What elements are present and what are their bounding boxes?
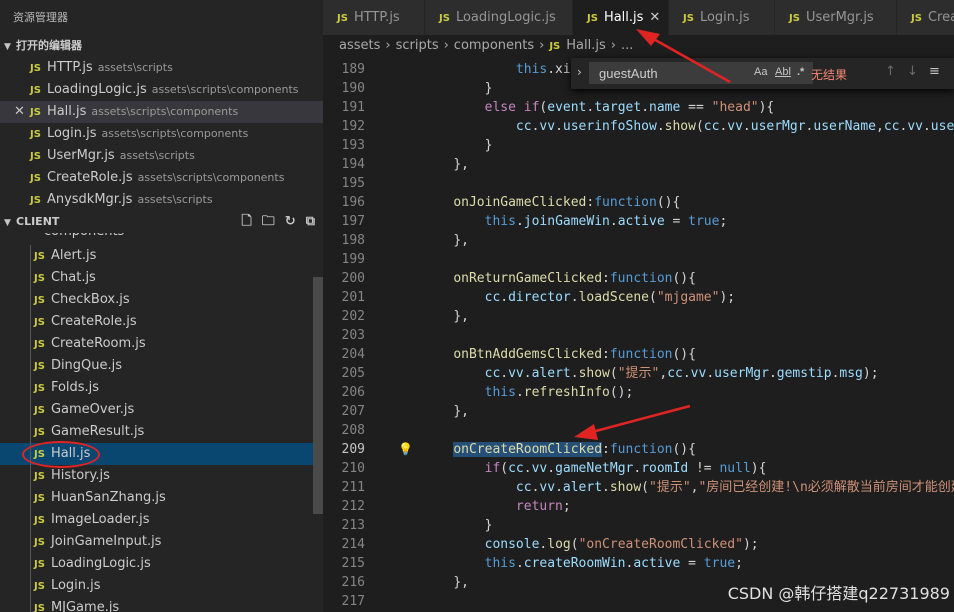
arrow-to-function: [574, 404, 691, 440]
annotation-arrows: [574, 29, 731, 440]
arrow-to-hall-tab: [636, 29, 731, 84]
